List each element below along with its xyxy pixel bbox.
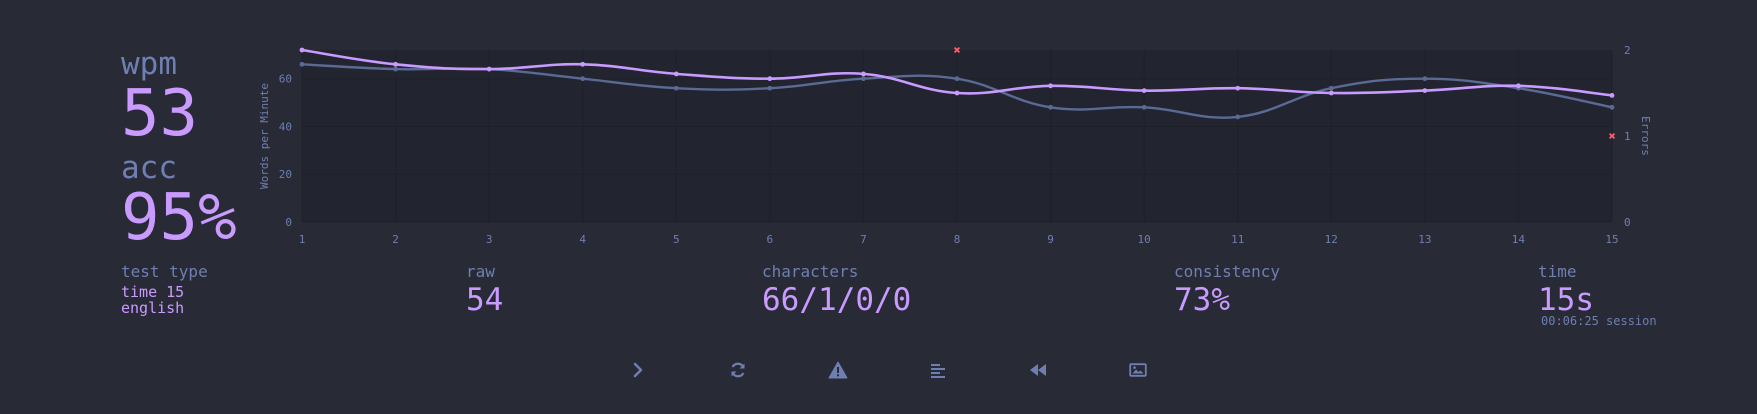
wpm-chart: 1 2 3 4 5 6 7 8 9 10 11 12 13 14 15 0 20 40 60 0 1 2 Words per…	[250, 42, 1670, 252]
practice-errors-button[interactable]	[820, 355, 856, 385]
words-history-button[interactable]	[920, 355, 956, 385]
raw-point	[861, 76, 866, 82]
x-tick-label: 13	[1418, 233, 1431, 246]
raw-point	[1048, 104, 1053, 110]
y-tick-label: 40	[279, 120, 292, 133]
raw-point	[299, 61, 305, 67]
main-stats: wpm 53 acc 95%	[121, 44, 251, 250]
characters-stat: characters 66/1/0/0	[762, 262, 911, 318]
next-test-button[interactable]	[620, 355, 656, 385]
x-tick-label: 12	[1325, 233, 1338, 246]
wpm-point	[1328, 90, 1334, 96]
wpm-value: 53	[121, 77, 199, 151]
result-actions	[620, 355, 1160, 385]
chevron-right-icon	[633, 362, 643, 378]
test-type-language: english	[121, 299, 185, 317]
x-tick-label: 11	[1231, 233, 1244, 246]
raw-point	[767, 85, 773, 91]
test-type-mode: time 15	[121, 283, 185, 301]
acc-value: 95%	[121, 181, 237, 255]
session-time: 00:06:25 session	[1541, 314, 1657, 328]
characters-label: characters	[762, 262, 859, 281]
wpm-point	[1422, 88, 1428, 94]
x-tick-label: 9	[1047, 233, 1054, 246]
raw-point	[673, 85, 679, 91]
x-tick-label: 10	[1138, 233, 1151, 246]
wpm-point	[673, 71, 679, 77]
raw-stat: raw 54	[466, 262, 503, 318]
wpm-point	[1609, 92, 1615, 98]
wpm-point	[767, 76, 773, 82]
restart-test-button[interactable]	[720, 355, 756, 385]
raw-point	[954, 76, 960, 82]
warning-icon	[828, 361, 848, 379]
raw-label: raw	[466, 262, 495, 281]
align-left-icon	[931, 364, 945, 378]
x-tick-label: 6	[767, 233, 774, 246]
wpm-point	[486, 66, 492, 72]
wpm-point	[1141, 88, 1147, 94]
raw-point	[1422, 76, 1428, 82]
x-tick-label: 3	[486, 233, 493, 246]
wpm-point	[1516, 83, 1521, 89]
y-axis-title: Words per Minute	[258, 83, 271, 189]
y2-tick-label: 1	[1624, 130, 1631, 143]
wpm-point	[299, 47, 305, 53]
save-screenshot-button[interactable]	[1120, 355, 1156, 385]
raw-point	[1141, 104, 1147, 110]
wpm-point	[580, 61, 586, 67]
watch-replay-button[interactable]	[1020, 355, 1056, 385]
wpm-chart-svg: 1 2 3 4 5 6 7 8 9 10 11 12 13 14 150204060012Words per…	[258, 44, 1652, 246]
raw-point	[1328, 85, 1334, 91]
wpm-point	[393, 61, 398, 67]
raw-value: 54	[466, 282, 504, 318]
consistency-value: 73%	[1174, 282, 1230, 318]
test-type-stat: test type time 15 english	[121, 262, 208, 316]
wpm-point	[1235, 85, 1241, 91]
y2-axis-title: Errors	[1639, 116, 1652, 156]
x-tick-label: 5	[673, 233, 680, 246]
x-tick-label: 7	[860, 233, 867, 246]
test-type-label: test type	[121, 262, 208, 281]
x-tick-label: 15	[1605, 233, 1618, 246]
y2-tick-label: 2	[1624, 44, 1631, 57]
raw-point	[393, 66, 398, 72]
results-screen: wpm 53 acc 95% 1 2 3 4 5 6 7 8 9 10 11 12 13 14 15 0 20 4…	[0, 0, 1757, 414]
consistency-stat: consistency 73%	[1174, 262, 1280, 318]
time-label: time	[1538, 262, 1577, 281]
characters-value: 66/1/0/0	[762, 282, 912, 318]
x-tick-label: 2	[392, 233, 399, 246]
image-icon	[1129, 363, 1147, 377]
x-tick-label: 14	[1512, 233, 1526, 246]
x-tick-label: 1	[299, 233, 306, 246]
consistency-label: consistency	[1174, 262, 1280, 281]
time-value: 15s	[1538, 282, 1594, 318]
raw-point	[580, 76, 586, 82]
refresh-icon	[731, 362, 745, 378]
y-tick-label: 60	[279, 73, 292, 86]
y-tick-label: 0	[285, 216, 292, 229]
wpm-point	[861, 71, 866, 77]
backward-icon	[1030, 364, 1046, 376]
x-tick-label: 8	[954, 233, 961, 246]
wpm-point	[1048, 83, 1053, 89]
y2-tick-label: 0	[1624, 216, 1631, 229]
raw-point	[1235, 114, 1241, 120]
y-tick-label: 20	[279, 168, 292, 181]
raw-point	[1609, 104, 1615, 110]
wpm-point	[954, 90, 960, 96]
time-stat: time 15s 00:06:25 session	[1538, 262, 1657, 328]
x-tick-label: 4	[579, 233, 586, 246]
